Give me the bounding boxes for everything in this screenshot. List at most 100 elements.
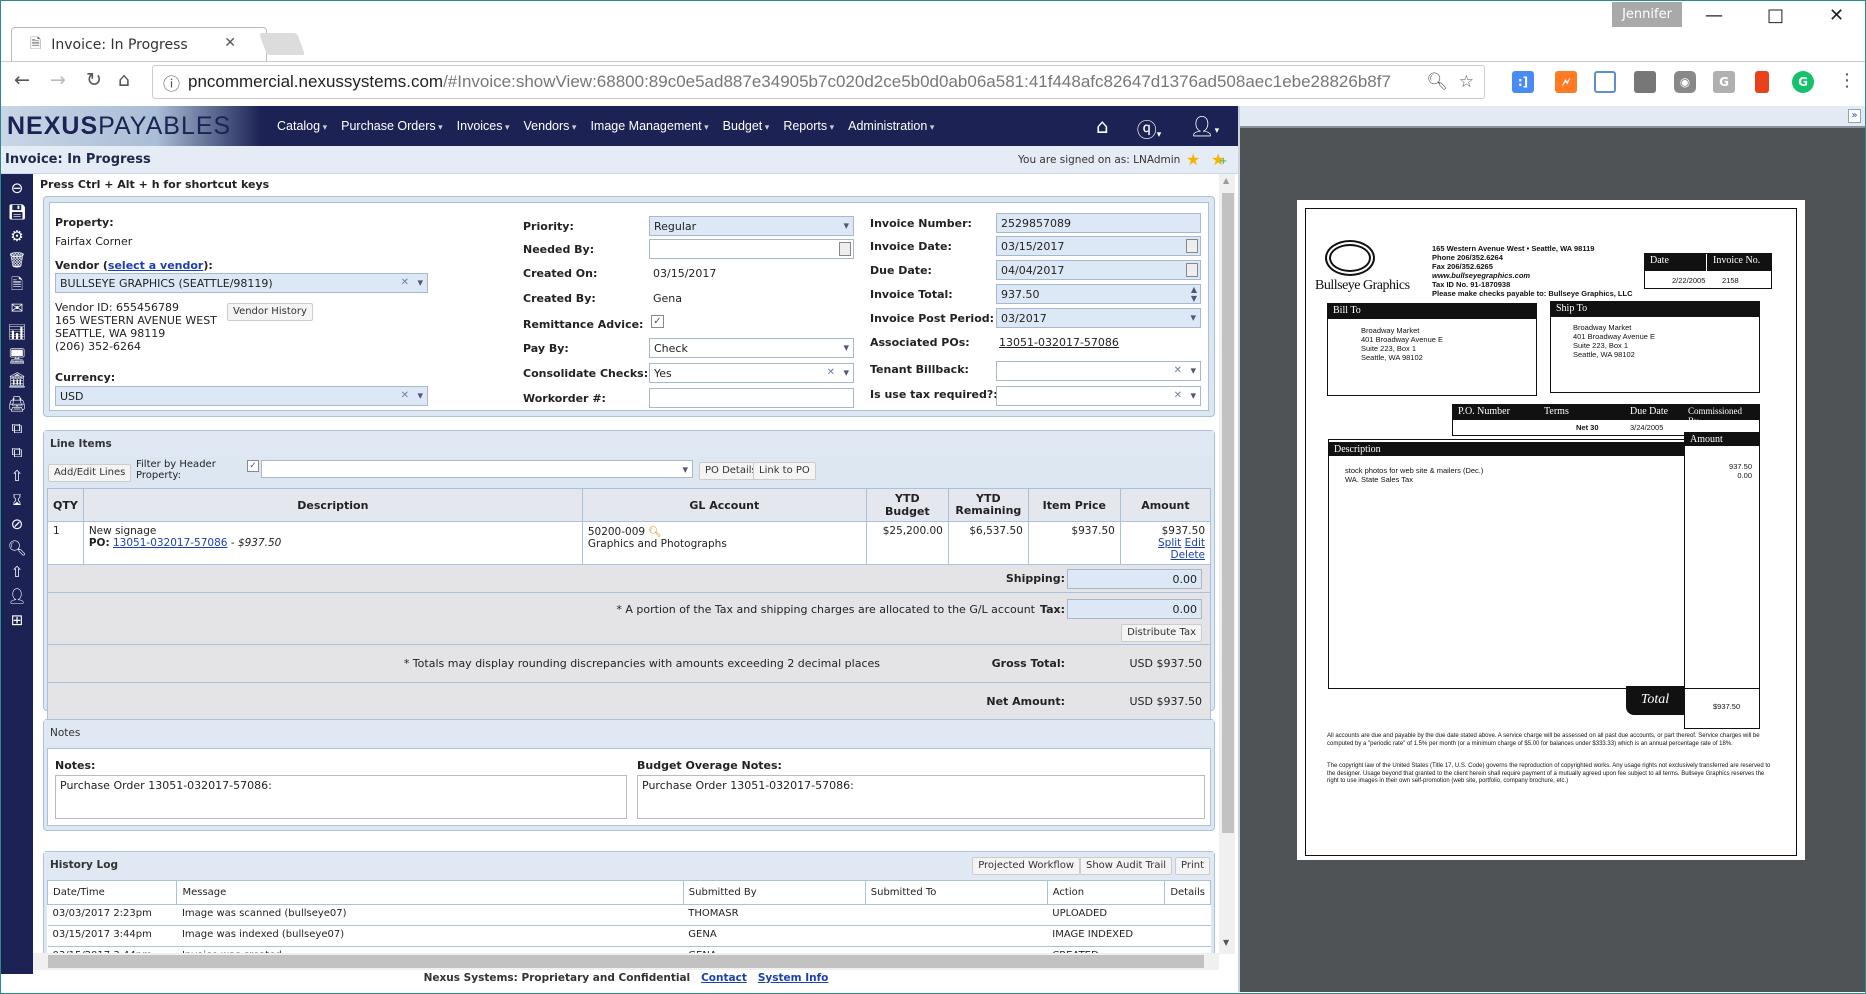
help-icon[interactable]: ⓠ▾: [1137, 114, 1162, 143]
magnifier-icon[interactable]: 🔍︎: [648, 526, 661, 538]
address-bar[interactable]: ⓘ pncommercial.nexussystems.com/#Invoice…: [152, 65, 1485, 99]
user-image-icon[interactable]: 👤︎: [7, 586, 27, 606]
menu-reports[interactable]: Reports: [783, 119, 834, 133]
close-window-icon[interactable]: ✕: [1829, 5, 1844, 26]
add-edit-lines-button[interactable]: Add/Edit Lines: [48, 464, 132, 482]
edit-link[interactable]: Edit: [1185, 537, 1205, 549]
cancel-icon[interactable]: ⊘: [7, 514, 27, 534]
minimize-icon[interactable]: —: [1705, 5, 1723, 26]
scroll-down-icon[interactable]: ▼: [1223, 938, 1229, 947]
delete-link[interactable]: Delete: [1171, 549, 1206, 561]
extension-screen-capture-icon[interactable]: [1594, 71, 1616, 93]
filter-checkbox[interactable]: ✓: [247, 460, 259, 472]
split-link[interactable]: Split: [1158, 537, 1181, 549]
new-tab-button[interactable]: [258, 33, 306, 55]
profile-badge[interactable]: Jennifer: [1612, 2, 1682, 27]
nexus-payables-logo[interactable]: NEXUS PAYABLES: [1, 106, 261, 146]
extension-shield-icon[interactable]: [1634, 71, 1656, 93]
extension-hubspot-icon[interactable]: 🗲︎: [1555, 71, 1577, 93]
select-vendor-link[interactable]: select a vendor: [108, 259, 203, 272]
associated-po-link[interactable]: 13051-032017-57086: [999, 336, 1119, 349]
po-link[interactable]: 13051-032017-57086: [113, 537, 227, 549]
tax-input[interactable]: 0.00: [1067, 599, 1202, 619]
home-icon[interactable]: ⌂: [1096, 114, 1109, 143]
tenant-billback-select[interactable]: ✕: [996, 361, 1201, 381]
browser-menu-icon[interactable]: ⋮: [1838, 70, 1856, 91]
browser-tab[interactable]: 🗎 Invoice: In Progress ✕: [11, 27, 267, 61]
calendar-icon[interactable]: [839, 242, 851, 256]
add-favorite-icon[interactable]: ★ +: [1211, 150, 1227, 169]
clear-icon[interactable]: ✕: [401, 390, 409, 401]
spinner-icon[interactable]: ▲ ▼: [1191, 285, 1197, 303]
notes-textarea[interactable]: Purchase Order 13051-032017-57086:: [55, 775, 627, 819]
gear-icon[interactable]: ⚙: [7, 226, 27, 246]
clear-icon[interactable]: ✕: [401, 277, 409, 288]
calendar-icon[interactable]: [1186, 263, 1198, 277]
currency-select[interactable]: USD ✕: [55, 386, 428, 406]
reload-icon[interactable]: ↻: [86, 69, 102, 91]
add-documents-icon[interactable]: ⧉: [7, 442, 27, 462]
priority-select[interactable]: Regular: [649, 216, 854, 236]
zoom-icon[interactable]: 🔍︎: [1426, 72, 1448, 92]
extension-camera-icon[interactable]: ◉: [1674, 71, 1696, 93]
add-image-icon[interactable]: ⊞: [7, 610, 27, 630]
vendor-select[interactable]: BULLSEYE GRAPHICS (SEATTLE/98119) ✕: [55, 273, 428, 293]
scroll-up-icon[interactable]: ▲: [1223, 176, 1229, 185]
filter-property-select[interactable]: [261, 460, 693, 478]
pay-by-select[interactable]: Check: [649, 338, 854, 358]
horizontal-scroll-thumb[interactable]: [48, 955, 1204, 968]
menu-administration[interactable]: Administration: [848, 119, 934, 133]
clear-icon[interactable]: ✕: [827, 367, 835, 378]
show-audit-trail-button[interactable]: Show Audit Trail: [1080, 857, 1172, 875]
document-icon[interactable]: 🗎︎: [7, 274, 27, 294]
workorder-input[interactable]: [649, 388, 854, 408]
post-period-select[interactable]: 03/2017: [996, 308, 1201, 328]
upload-document-icon[interactable]: ⇧: [7, 466, 27, 486]
menu-invoices[interactable]: Invoices: [457, 119, 510, 133]
invoice-date-input[interactable]: 03/15/2017: [996, 236, 1201, 256]
contact-link[interactable]: Contact: [701, 972, 747, 984]
calendar-icon[interactable]: [1186, 239, 1198, 253]
maximize-icon[interactable]: □: [1767, 5, 1784, 26]
invoice-number-input[interactable]: 2529857089: [996, 213, 1201, 233]
shipping-input[interactable]: 0.00: [1067, 569, 1202, 589]
menu-purchase-orders[interactable]: Purchase Orders: [341, 119, 443, 133]
menu-budget[interactable]: Budget: [723, 119, 770, 133]
distribute-tax-button[interactable]: Distribute Tax: [1121, 624, 1202, 642]
clear-icon[interactable]: ✕: [1174, 365, 1182, 376]
print-icon[interactable]: 🖨︎: [7, 394, 27, 414]
email-icon[interactable]: ✉: [7, 298, 27, 318]
menu-catalog[interactable]: Catalog: [277, 119, 327, 133]
print-button[interactable]: Print: [1174, 857, 1210, 875]
remittance-checkbox[interactable]: ✓: [651, 315, 664, 328]
system-info-link[interactable]: System Info: [758, 972, 829, 984]
bookmark-star-icon[interactable]: ☆: [1459, 72, 1474, 92]
add-document-icon[interactable]: ⧉: [7, 418, 27, 438]
vertical-scroll-thumb[interactable]: [1222, 193, 1234, 833]
use-tax-select[interactable]: ✕: [996, 386, 1201, 406]
upload-icon[interactable]: ⇧: [7, 562, 27, 582]
link-to-po-button[interactable]: Link to PO: [753, 462, 816, 480]
projected-workflow-button[interactable]: Projected Workflow: [972, 857, 1080, 875]
needed-by-input[interactable]: [649, 239, 854, 259]
monitor-icon[interactable]: 🖥︎: [7, 346, 27, 366]
due-date-input[interactable]: 04/04/2017: [996, 260, 1201, 280]
budget-overage-textarea[interactable]: Purchase Order 13051-032017-57086:: [637, 775, 1205, 819]
report-icon[interactable]: 📊︎: [7, 322, 27, 342]
hourglass-icon[interactable]: ⌛︎: [7, 490, 27, 510]
close-tab-icon[interactable]: ✕: [224, 35, 236, 51]
extension-g-icon[interactable]: G: [1713, 71, 1735, 93]
consolidate-select[interactable]: Yes ✕: [649, 363, 854, 383]
menu-image-management[interactable]: Image Management: [590, 119, 708, 133]
favorite-star-icon[interactable]: ★: [1186, 150, 1200, 169]
clear-icon[interactable]: ✕: [1174, 390, 1182, 401]
extension-office-icon[interactable]: [1755, 71, 1769, 93]
back-icon[interactable]: ←: [14, 69, 30, 91]
trash-icon[interactable]: 🗑︎: [7, 250, 27, 270]
collapse-icon[interactable]: ⊖: [7, 178, 27, 198]
expand-icon[interactable]: »: [1848, 109, 1861, 123]
building-icon[interactable]: 🏛︎: [7, 370, 27, 390]
vendor-history-button[interactable]: Vendor History: [227, 303, 313, 321]
invoice-total-input[interactable]: 937.50 ▲ ▼: [996, 284, 1201, 304]
user-icon[interactable]: 👤︎▾: [1189, 114, 1219, 143]
